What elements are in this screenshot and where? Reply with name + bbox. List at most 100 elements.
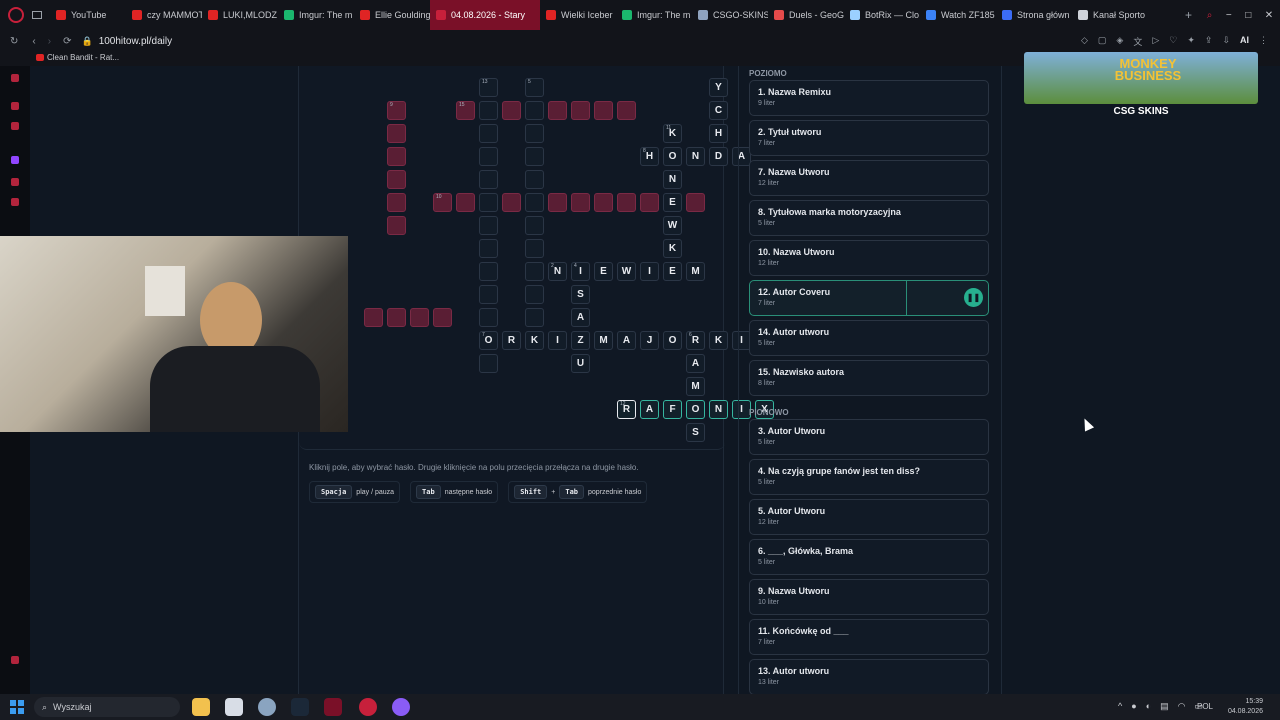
- close-window-icon[interactable]: ✕: [1265, 10, 1273, 21]
- sidebar-percent-icon[interactable]: [11, 178, 19, 186]
- url-field[interactable]: 100hitow.pl/daily: [99, 36, 172, 47]
- crossword-cell[interactable]: O: [686, 400, 705, 419]
- crossword-cell[interactable]: [502, 101, 521, 120]
- crossword-cell[interactable]: H: [709, 124, 728, 143]
- crossword-cell[interactable]: N: [663, 170, 682, 189]
- clue-item[interactable]: 13. Autor utworu 13 liter: [749, 659, 989, 695]
- app-icon[interactable]: [225, 698, 243, 716]
- crossword-cell[interactable]: A: [617, 331, 636, 350]
- snapshot-icon[interactable]: ▢: [1098, 35, 1107, 48]
- crossword-cell[interactable]: [525, 170, 544, 189]
- browser-tab[interactable]: Watch ZF185: [920, 0, 996, 30]
- clue-item[interactable]: 8. Tytułowa marka motoryzacyjna 5 liter: [749, 200, 989, 236]
- reload-icon[interactable]: ↻: [10, 36, 18, 47]
- opera-gx-icon[interactable]: [324, 698, 342, 716]
- crossword-cell[interactable]: [594, 101, 613, 120]
- crossword-cell[interactable]: 2N: [548, 262, 567, 281]
- share-icon[interactable]: ⇪: [1205, 35, 1213, 48]
- clue-item[interactable]: 3. Autor Utworu 5 liter: [749, 419, 989, 455]
- crossword-cell[interactable]: [479, 285, 498, 304]
- clue-item[interactable]: 2. Tytuł utworu 7 liter: [749, 120, 989, 156]
- network-icon[interactable]: ▤: [1160, 701, 1169, 712]
- heart-icon[interactable]: ♡: [1169, 35, 1177, 48]
- crossword-cell[interactable]: [410, 308, 429, 327]
- crossword-cell[interactable]: [387, 124, 406, 143]
- crossword-cell[interactable]: [479, 262, 498, 281]
- settings-icon[interactable]: [258, 698, 276, 716]
- clue-item[interactable]: 9. Nazwa Utworu 10 liter: [749, 579, 989, 615]
- browser-tab[interactable]: CSGO-SKINS: [692, 0, 768, 30]
- opera-icon[interactable]: [359, 698, 377, 716]
- crossword-cell[interactable]: W: [617, 262, 636, 281]
- sidebar-music-icon[interactable]: [11, 198, 19, 206]
- clue-item[interactable]: 7. Nazwa Utworu 12 liter: [749, 160, 989, 196]
- browser-tab[interactable]: Strona główn: [996, 0, 1072, 30]
- crossword-cell[interactable]: [571, 101, 590, 120]
- crossword-cell[interactable]: 8H: [640, 147, 659, 166]
- crossword-cell[interactable]: I: [640, 262, 659, 281]
- crossword-cell[interactable]: [525, 216, 544, 235]
- browser-tab[interactable]: YouTube: [50, 0, 126, 30]
- back-icon[interactable]: ‹: [32, 36, 35, 47]
- language-indicator[interactable]: POL: [1197, 702, 1213, 711]
- browser-tab[interactable]: Duels - GeoG: [768, 0, 844, 30]
- crossword-cell[interactable]: K: [525, 331, 544, 350]
- crossword-cell[interactable]: K: [663, 239, 682, 258]
- crossword-cell[interactable]: [387, 193, 406, 212]
- crossword-cell[interactable]: [502, 193, 521, 212]
- sidebar-gx-icon[interactable]: [11, 656, 19, 664]
- crossword-cell[interactable]: S: [686, 423, 705, 442]
- sidebar-twitch-purple-icon[interactable]: [11, 156, 19, 164]
- crossword-cell[interactable]: U: [571, 354, 590, 373]
- crossword-cell[interactable]: [548, 101, 567, 120]
- opera-logo-icon[interactable]: [8, 7, 24, 23]
- taskbar-search[interactable]: ⌕ Wyszukaj: [34, 697, 180, 717]
- crossword-cell[interactable]: S: [571, 285, 590, 304]
- sidebar-twitch-icon[interactable]: [11, 122, 19, 130]
- crossword-cell[interactable]: M: [686, 377, 705, 396]
- browser-tab[interactable]: Wielki Iceber: [540, 0, 616, 30]
- clue-item[interactable]: 4. Na czyją grupe fanów jest ten diss? 5 …: [749, 459, 989, 495]
- crossword-cell[interactable]: C: [709, 101, 728, 120]
- new-tab-icon[interactable]: +: [1177, 8, 1200, 22]
- crossword-cell[interactable]: [433, 308, 452, 327]
- search-tabs-icon[interactable]: ⌕: [1207, 10, 1213, 21]
- crossword-cell[interactable]: [387, 216, 406, 235]
- crossword-cell[interactable]: [640, 193, 659, 212]
- crossword-cell[interactable]: [479, 193, 498, 212]
- crossword-cell[interactable]: E: [663, 193, 682, 212]
- crossword-cell[interactable]: [456, 193, 475, 212]
- crossword-cell[interactable]: [525, 101, 544, 120]
- crossword-cell[interactable]: [525, 285, 544, 304]
- crossword-cell[interactable]: [479, 147, 498, 166]
- crossword-cell[interactable]: [479, 354, 498, 373]
- crossword-cell[interactable]: 12 R: [617, 400, 636, 419]
- crossword-cell[interactable]: [479, 308, 498, 327]
- crossword-cell[interactable]: F: [663, 400, 682, 419]
- maximize-icon[interactable]: □: [1245, 10, 1251, 21]
- crossword-cell[interactable]: [479, 216, 498, 235]
- crossword-cell[interactable]: [571, 193, 590, 212]
- crossword-cell[interactable]: D: [709, 147, 728, 166]
- crossword-cell[interactable]: [479, 124, 498, 143]
- crossword-cell[interactable]: 9: [387, 101, 406, 120]
- minimize-icon[interactable]: −: [1226, 10, 1232, 21]
- volume-icon[interactable]: ◐: [1146, 701, 1151, 712]
- crossword-cell[interactable]: R: [502, 331, 521, 350]
- browser-tab[interactable]: Imgur: The m: [616, 0, 692, 30]
- browser-tab[interactable]: BotRix — Clo: [844, 0, 920, 30]
- crossword-cell[interactable]: 11 K: [663, 124, 682, 143]
- clue-item[interactable]: 11. Końcówkę od ___ 7 liter: [749, 619, 989, 655]
- browser-tab[interactable]: czy MAMMOT: [126, 0, 202, 30]
- crossword-cell[interactable]: [548, 193, 567, 212]
- crossword-cell[interactable]: [387, 147, 406, 166]
- crossword-cell[interactable]: [525, 308, 544, 327]
- ad-banner[interactable]: MONKEY BUSINESS: [1024, 52, 1258, 104]
- bookmark-icon[interactable]: ◇: [1081, 35, 1088, 48]
- crossword-cell[interactable]: [387, 308, 406, 327]
- crossword-cell[interactable]: A: [571, 308, 590, 327]
- steam-icon[interactable]: [291, 698, 309, 716]
- pause-icon[interactable]: ❚❚: [964, 288, 983, 307]
- crossword-cell[interactable]: M: [594, 331, 613, 350]
- clue-item[interactable]: 1. Nazwa Remixu 9 liter: [749, 80, 989, 116]
